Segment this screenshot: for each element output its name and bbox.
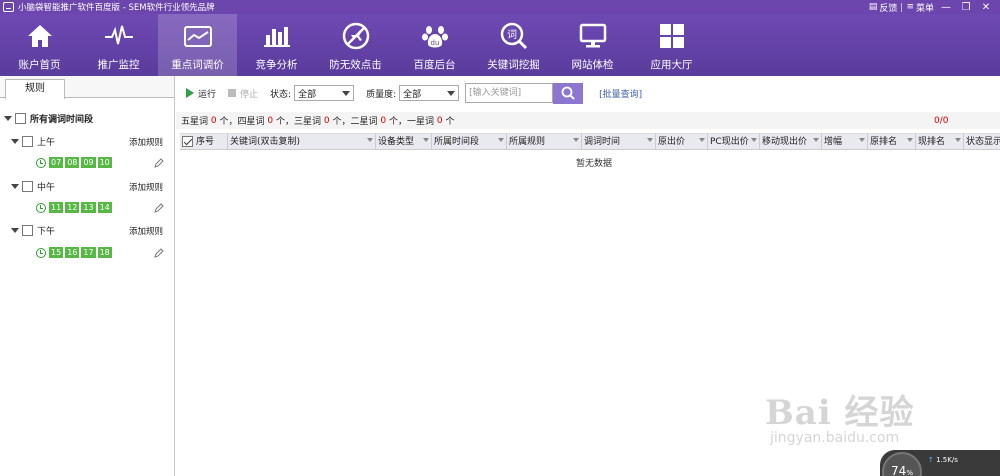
expand-icon[interactable] bbox=[11, 139, 19, 144]
chart-window-icon bbox=[183, 26, 212, 47]
keyword-search-icon: 词 bbox=[500, 22, 527, 50]
column-header[interactable]: 调词时间 bbox=[582, 134, 656, 149]
nav-anti-click[interactable]: 防无效点击 bbox=[316, 14, 395, 76]
cpu-gauge: 74% bbox=[882, 452, 922, 476]
column-header[interactable]: 序号 bbox=[180, 134, 228, 149]
quality-label: 质量度: bbox=[366, 89, 397, 100]
status-label: 状态: bbox=[270, 89, 292, 100]
column-header[interactable]: PC现出价 bbox=[708, 134, 760, 149]
group-checkbox[interactable] bbox=[22, 225, 33, 236]
column-header[interactable]: 原出价 bbox=[656, 134, 708, 149]
group-checkbox[interactable] bbox=[22, 136, 33, 147]
menu-icon: ≡ bbox=[906, 2, 914, 12]
svg-text:du: du bbox=[430, 39, 439, 47]
status-select[interactable]: 全部 bbox=[294, 85, 355, 101]
group-checkbox[interactable] bbox=[22, 181, 33, 192]
tab-rules[interactable]: 规则 bbox=[5, 79, 65, 99]
apps-grid-icon bbox=[659, 24, 684, 48]
play-icon bbox=[186, 88, 194, 98]
nav-baidu-backend[interactable]: du 百度后台 bbox=[395, 14, 474, 76]
minimize-button[interactable]: — bbox=[938, 2, 954, 13]
keyword-search-input[interactable]: [输入关键词] bbox=[465, 83, 554, 103]
app-window: 小脑袋智能推广软件百度版 - SEM软件行业领先品牌 ▤ 反馈 ≡ 菜单 — ❐ ✕… bbox=[0, 0, 1000, 476]
add-rule-link[interactable]: 添加规则 bbox=[129, 136, 163, 148]
column-header[interactable]: 移动现出价 bbox=[760, 134, 822, 149]
add-rule-link[interactable]: 添加规则 bbox=[129, 225, 163, 237]
nav-account-home[interactable]: 账户首页 bbox=[0, 14, 79, 76]
column-header[interactable]: 设备类型 bbox=[376, 134, 432, 149]
batch-query-link[interactable]: [批量查询] bbox=[599, 87, 642, 100]
hour-tags: 11 12 13 14 bbox=[36, 202, 112, 213]
window-title: 小脑袋智能推广软件百度版 - SEM软件行业领先品牌 bbox=[18, 3, 215, 13]
column-header[interactable]: 原排名 bbox=[868, 134, 916, 149]
menu-button[interactable]: ≡ 菜单 bbox=[906, 1, 934, 14]
chevron-down-icon bbox=[342, 90, 351, 96]
baidu-watermark: Bai 经验 jingyan.baidu.com bbox=[765, 393, 915, 446]
stop-icon bbox=[228, 89, 237, 97]
result-count: 0/0 bbox=[934, 115, 949, 126]
tree-group-afternoon[interactable]: 下午 bbox=[11, 224, 55, 237]
app-logo-icon bbox=[3, 2, 14, 12]
close-button[interactable]: ✕ bbox=[978, 2, 994, 13]
expand-icon[interactable] bbox=[11, 184, 19, 189]
clock-icon bbox=[36, 157, 46, 168]
column-header[interactable]: 关键词(双击复制) bbox=[228, 134, 376, 149]
network-widget[interactable]: 74% ↑ 1.5K/s bbox=[880, 450, 1000, 476]
net-speed: ↑ 1.5K/s bbox=[928, 456, 958, 464]
column-header[interactable]: 所属时间段 bbox=[432, 134, 507, 149]
restore-button[interactable]: ❐ bbox=[958, 2, 974, 13]
stop-button[interactable]: 停止 bbox=[228, 87, 258, 100]
nav-keyword-bid[interactable]: 重点词调价 bbox=[158, 14, 237, 76]
title-bar: 小脑袋智能推广软件百度版 - SEM软件行业领先品牌 ▤ 反馈 ≡ 菜单 — ❐ ✕ bbox=[0, 0, 1000, 14]
column-header[interactable]: 增幅 bbox=[822, 134, 868, 149]
empty-message: 暂无数据 bbox=[576, 159, 613, 169]
nav-competition[interactable]: 竞争分析 bbox=[237, 14, 316, 76]
nav-keyword-mining[interactable]: 词 关键词挖掘 bbox=[474, 14, 553, 76]
pulse-icon bbox=[104, 25, 133, 45]
svg-text:词: 词 bbox=[507, 29, 517, 41]
column-header[interactable]: 现排名 bbox=[916, 134, 964, 149]
feedback-icon: ▤ bbox=[868, 2, 878, 12]
hour-tags: 15 16 17 18 bbox=[36, 247, 112, 258]
monitor-icon bbox=[579, 23, 606, 48]
root-checkbox[interactable] bbox=[15, 113, 26, 124]
tree-group-morning[interactable]: 上午 bbox=[11, 135, 55, 148]
run-button[interactable]: 运行 bbox=[186, 87, 216, 100]
column-header[interactable]: 状态显示 bbox=[964, 134, 1000, 149]
baidu-paw-icon: du bbox=[421, 26, 448, 48]
expand-icon[interactable] bbox=[11, 228, 19, 233]
no-fly-icon bbox=[342, 22, 369, 50]
tree-root[interactable]: 所有调词时间段 bbox=[4, 112, 93, 125]
main-nav: 账户首页 推广监控 重点词调价 竞争分析 防无效点击 du 百度后台 词 关键词… bbox=[0, 14, 1000, 76]
search-button[interactable] bbox=[553, 82, 584, 104]
nav-site-check[interactable]: 网站体检 bbox=[553, 14, 632, 76]
hour-tags: 07 08 09 10 bbox=[36, 157, 112, 168]
nav-promo-monitor[interactable]: 推广监控 bbox=[79, 14, 158, 76]
column-header[interactable]: 所属规则 bbox=[507, 134, 582, 149]
bar-chart-icon bbox=[263, 27, 290, 47]
edit-pencil-icon[interactable] bbox=[154, 158, 164, 168]
table-header: 序号 关键词(双击复制) 设备类型 所属时间段 所属规则 调词时间 原出价 PC… bbox=[180, 133, 1000, 150]
feedback-button[interactable]: ▤ 反馈 bbox=[869, 1, 898, 14]
nav-app-hall[interactable]: 应用大厅 bbox=[632, 14, 711, 76]
tree-group-noon[interactable]: 中午 bbox=[11, 180, 55, 193]
star-stats: 五星词 0 个，四星词 0 个，三星词 0 个，二星词 0 个，一星词 0 个 … bbox=[176, 112, 1000, 129]
edit-pencil-icon[interactable] bbox=[154, 203, 164, 213]
clock-icon bbox=[36, 247, 46, 258]
select-all-checkbox[interactable] bbox=[182, 136, 193, 147]
rules-panel: 规则 所有调词时间段 上午 添加规则 07 08 09 10 中午 添加规则 1… bbox=[0, 76, 175, 476]
add-rule-link[interactable]: 添加规则 bbox=[129, 181, 163, 193]
toolbar: 运行 停止 状态: 全部 质量度: 全部 [输入关键词] [批量查询] bbox=[176, 82, 1000, 104]
edit-pencil-icon[interactable] bbox=[154, 248, 164, 258]
expand-icon[interactable] bbox=[4, 116, 12, 121]
home-icon bbox=[27, 25, 52, 47]
chevron-down-icon bbox=[447, 90, 456, 96]
quality-select[interactable]: 全部 bbox=[399, 85, 460, 101]
clock-icon bbox=[36, 202, 46, 213]
search-icon bbox=[561, 86, 575, 100]
